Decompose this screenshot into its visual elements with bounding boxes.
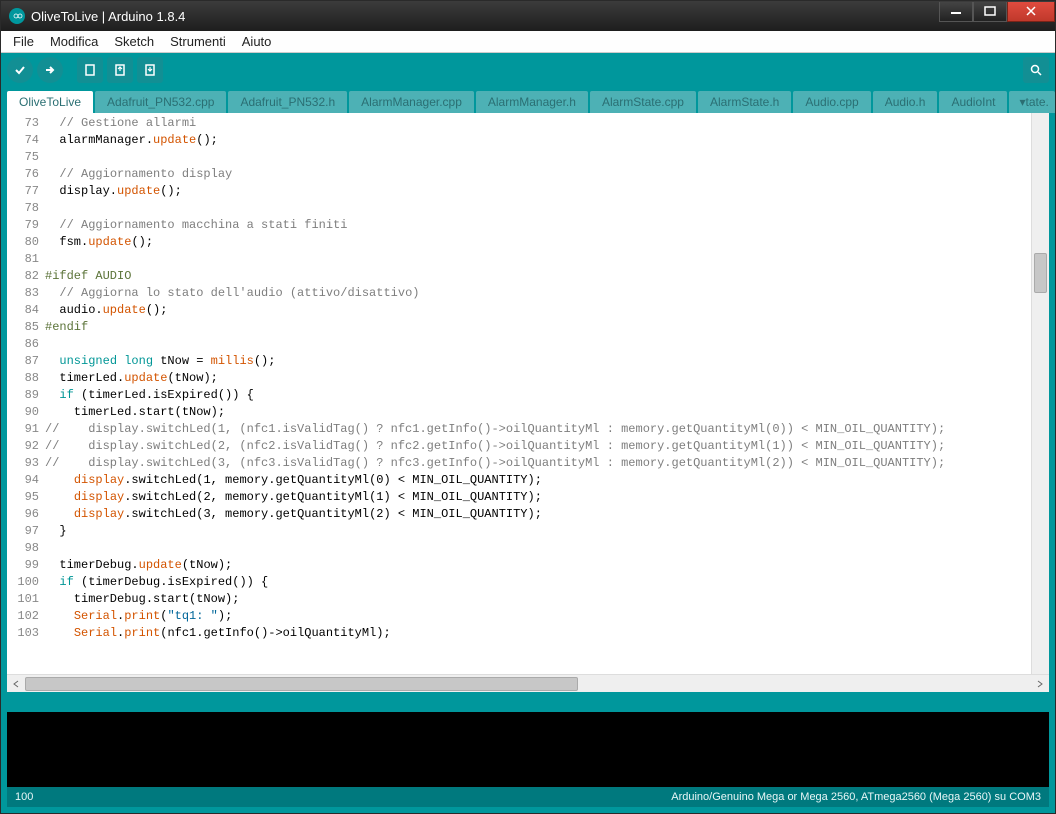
window-title: OliveToLive | Arduino 1.8.4 [31,9,939,24]
tab-adafruit-pn532-cpp[interactable]: Adafruit_PN532.cpp [95,91,226,113]
close-button[interactable] [1007,2,1055,22]
menu-file[interactable]: File [7,32,40,51]
tabs-overflow[interactable]: ▾ tate. [1009,91,1054,113]
menu-sketch[interactable]: Sketch [108,32,160,51]
tabbar: OliveToLiveAdafruit_PN532.cppAdafruit_PN… [1,87,1055,113]
message-bar [7,692,1049,712]
tab-alarmstate-h[interactable]: AlarmState.h [698,91,791,113]
tab-audioint[interactable]: AudioInt [939,91,1007,113]
menubar: File Modifica Sketch Strumenti Aiuto [1,31,1055,53]
arduino-logo-icon [9,8,25,24]
upload-button[interactable] [37,57,63,83]
serial-monitor-button[interactable] [1023,57,1049,83]
tab-alarmmanager-cpp[interactable]: AlarmManager.cpp [349,91,474,113]
toolbar [1,53,1055,87]
hscroll-thumb[interactable] [25,677,578,691]
menu-help[interactable]: Aiuto [236,32,278,51]
code-editor[interactable]: 7374757677787980818283848586878889909192… [7,113,1049,674]
maximize-button[interactable] [973,2,1007,22]
verify-button[interactable] [7,57,33,83]
status-line: 100 [15,791,33,803]
tab-adafruit-pn532-h[interactable]: Adafruit_PN532.h [228,91,347,113]
output-console[interactable] [7,712,1049,787]
editor-frame: 7374757677787980818283848586878889909192… [1,113,1055,813]
vscroll-thumb[interactable] [1034,253,1047,293]
tab-alarmstate-cpp[interactable]: AlarmState.cpp [590,91,696,113]
menu-edit[interactable]: Modifica [44,32,104,51]
hscroll-right-icon[interactable] [1031,676,1049,692]
line-gutter: 7374757677787980818283848586878889909192… [7,113,45,674]
tab-audio-h[interactable]: Audio.h [873,91,938,113]
new-button[interactable] [77,57,103,83]
tab-olivetolive[interactable]: OliveToLive [7,91,93,113]
window-controls [939,2,1055,22]
minimize-button[interactable] [939,2,973,22]
vertical-scrollbar[interactable] [1031,113,1049,674]
titlebar[interactable]: OliveToLive | Arduino 1.8.4 [1,1,1055,31]
code-area[interactable]: // Gestione allarmi alarmManager.update(… [45,113,1031,674]
hscroll-left-icon[interactable] [7,676,25,692]
tab-audio-cpp[interactable]: Audio.cpp [793,91,870,113]
tab-alarmmanager-h[interactable]: AlarmManager.h [476,91,588,113]
statusbar: 100 Arduino/Genuino Mega or Mega 2560, A… [7,787,1049,807]
horizontal-scrollbar[interactable] [7,674,1049,692]
open-button[interactable] [107,57,133,83]
status-board: Arduino/Genuino Mega or Mega 2560, ATmeg… [671,791,1041,803]
save-button[interactable] [137,57,163,83]
menu-tools[interactable]: Strumenti [164,32,232,51]
app-window: OliveToLive | Arduino 1.8.4 File Modific… [0,0,1056,814]
